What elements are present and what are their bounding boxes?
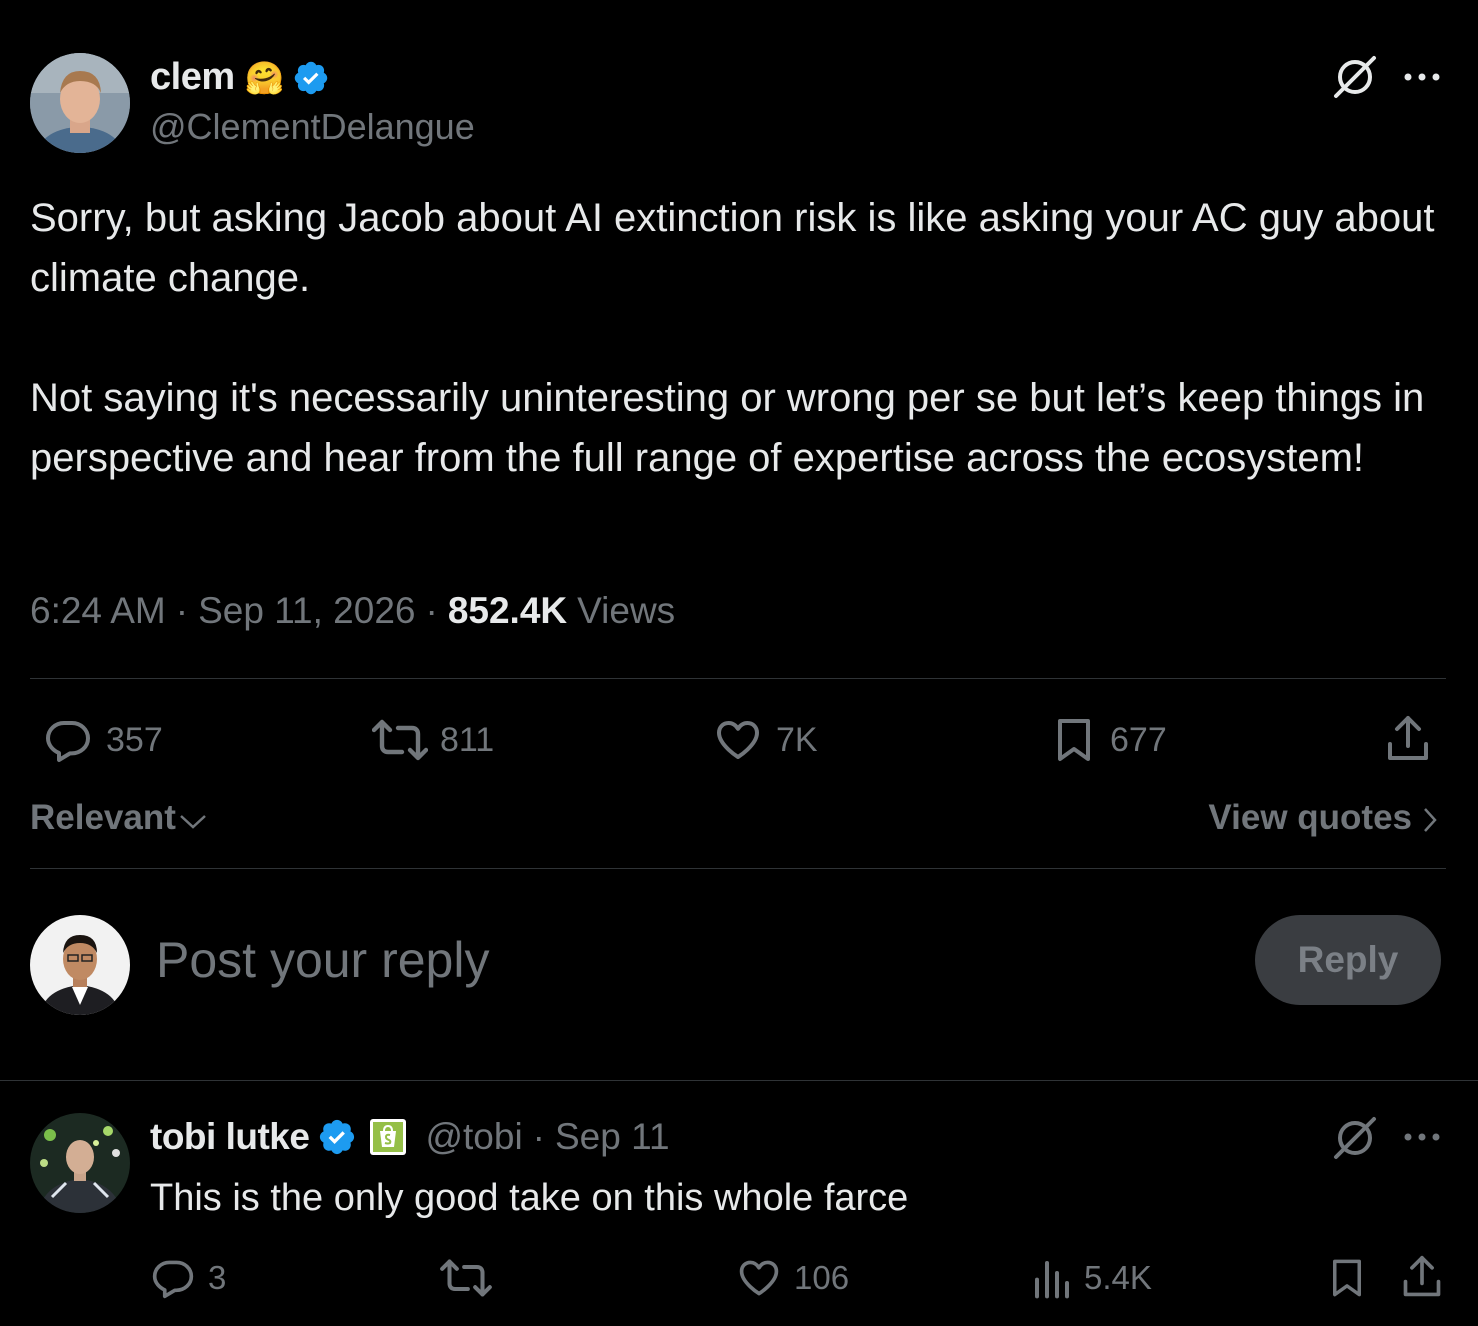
repost-count: 811 <box>440 720 495 759</box>
reply-reply-count: 3 <box>208 1259 227 1296</box>
reply-views-action[interactable]: 5.4K <box>1032 1256 1152 1300</box>
divider <box>30 868 1446 869</box>
reply-button[interactable]: Reply <box>1255 915 1441 1005</box>
divider <box>30 678 1446 679</box>
grok-icon[interactable] <box>1330 52 1380 102</box>
grok-icon[interactable] <box>1330 1113 1380 1163</box>
author-avatar[interactable] <box>30 53 130 153</box>
tweet-paragraph-2: Not saying it's necessarily uninterestin… <box>30 376 1425 480</box>
chevron-right-icon <box>1422 806 1438 834</box>
reply-count: 357 <box>106 720 163 759</box>
share-icon[interactable] <box>1400 1254 1444 1300</box>
tweet-time[interactable]: 6:24 AM <box>30 590 166 632</box>
bookmark-icon <box>1050 716 1098 764</box>
reply-button-label: Reply <box>1297 939 1399 980</box>
repost-action[interactable]: 811 <box>372 716 494 764</box>
view-quotes-label: View quotes <box>1208 798 1412 837</box>
like-icon <box>736 1256 782 1300</box>
tweet-meta: 6:24 AM · Sep 11, 2026 · 852.4K Views <box>30 590 676 632</box>
more-options-icon[interactable] <box>1402 1130 1442 1144</box>
reply-icon <box>42 716 94 764</box>
like-icon <box>712 716 764 764</box>
reply-like-action[interactable]: 106 <box>736 1256 849 1300</box>
reply-action[interactable]: 357 <box>42 716 163 764</box>
reply-text: This is the only good take on this whole… <box>150 1177 909 1219</box>
reply-repost-action[interactable] <box>440 1256 504 1300</box>
reply-author-handle[interactable]: @tobi <box>425 1116 522 1158</box>
like-action[interactable]: 7K <box>712 716 818 764</box>
repost-icon <box>372 716 428 764</box>
like-count: 7K <box>776 720 818 759</box>
divider <box>0 1080 1478 1081</box>
views-label: Views <box>577 590 676 631</box>
reply-date[interactable]: Sep 11 <box>555 1116 670 1158</box>
reply-icon <box>150 1256 196 1300</box>
views-count: 852.4K <box>447 590 568 631</box>
repost-icon <box>440 1256 492 1300</box>
author-handle[interactable]: @ClementDelangue <box>150 106 475 148</box>
tweet-text: Sorry, but asking Jacob about AI extinct… <box>30 188 1450 488</box>
more-options-icon[interactable] <box>1402 70 1442 84</box>
chevron-down-icon <box>178 811 208 831</box>
verified-badge-icon[interactable] <box>292 59 330 97</box>
bookmark-icon[interactable] <box>1326 1256 1368 1300</box>
tweet-paragraph-1: Sorry, but asking Jacob about AI extinct… <box>30 196 1435 300</box>
reply-like-count: 106 <box>794 1259 850 1296</box>
view-quotes-link[interactable]: View quotes <box>1208 798 1438 838</box>
shopify-affiliate-badge-icon[interactable] <box>369 1118 407 1156</box>
reply-input[interactable]: Post your reply <box>156 928 489 992</box>
sort-dropdown[interactable]: Relevant <box>30 798 208 838</box>
reply-views-count: 5.4K <box>1084 1259 1152 1296</box>
tweet-date[interactable]: Sep 11, 2026 <box>198 590 415 632</box>
bookmark-action[interactable]: 677 <box>1050 716 1167 764</box>
bookmark-count: 677 <box>1110 720 1167 759</box>
analytics-icon <box>1032 1256 1072 1300</box>
author-name[interactable]: clem <box>150 56 235 99</box>
verified-badge-icon[interactable] <box>317 1117 357 1157</box>
share-icon[interactable] <box>1384 714 1432 764</box>
sort-label: Relevant <box>30 798 176 837</box>
reply-reply-action[interactable]: 3 <box>150 1256 226 1300</box>
reply-author-avatar[interactable] <box>30 1113 130 1213</box>
reply-author-name[interactable]: tobi lutke <box>150 1116 310 1158</box>
current-user-avatar[interactable] <box>30 915 130 1015</box>
hugging-face-emoji: 🤗 <box>244 59 285 96</box>
